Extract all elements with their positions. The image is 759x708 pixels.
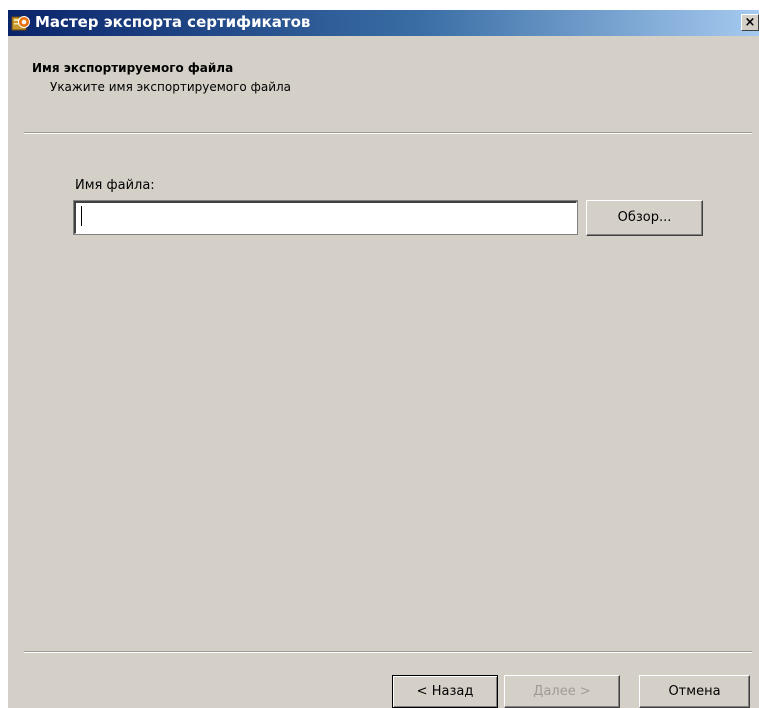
header-divider bbox=[24, 132, 752, 134]
close-icon: × bbox=[744, 15, 756, 30]
page-subtitle: Укажите имя экспортируемого файла bbox=[50, 80, 292, 94]
certificate-wizard-icon bbox=[11, 14, 31, 32]
window-title: Мастер экспорта сертификатов bbox=[35, 13, 311, 31]
footer-divider bbox=[24, 651, 752, 653]
next-button[interactable]: Далее > bbox=[504, 675, 620, 708]
file-name-input[interactable] bbox=[73, 200, 578, 235]
cancel-button[interactable]: Отмена bbox=[639, 675, 750, 708]
browse-button[interactable]: Обзор... bbox=[586, 200, 703, 236]
back-button[interactable]: < Назад bbox=[392, 675, 498, 708]
export-wizard-window: Мастер экспорта сертификатов × Имя экспо… bbox=[7, 10, 759, 708]
page-title: Имя экспортируемого файла bbox=[32, 61, 234, 75]
title-bar[interactable]: Мастер экспорта сертификатов × bbox=[8, 10, 759, 36]
close-button[interactable]: × bbox=[741, 14, 759, 31]
text-caret bbox=[81, 206, 82, 226]
file-name-label: Имя файла: bbox=[75, 178, 155, 193]
